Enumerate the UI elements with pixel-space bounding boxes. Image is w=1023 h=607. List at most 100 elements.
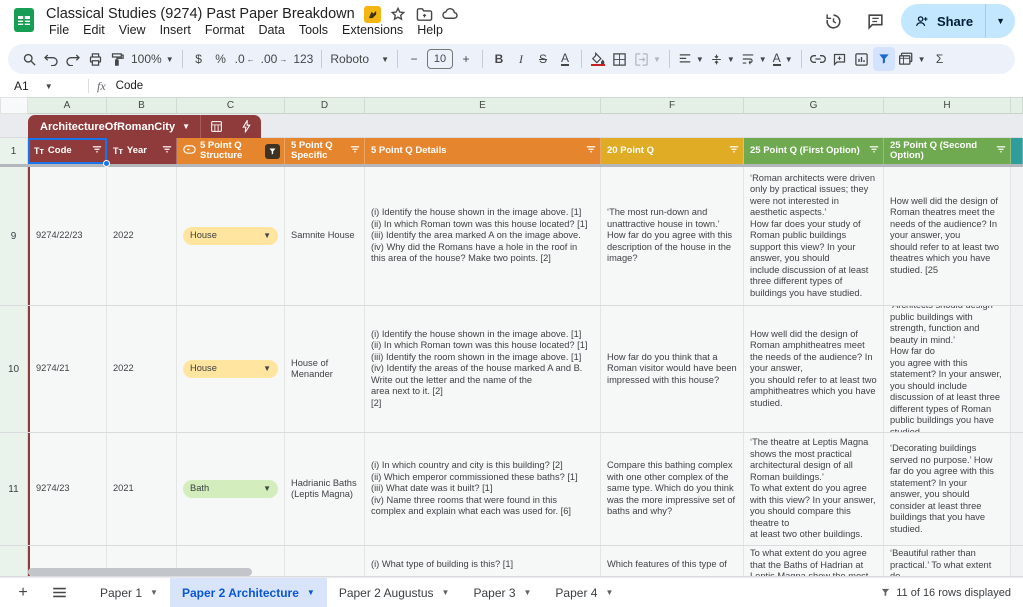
cell-20pointq[interactable]: Which features of this type of xyxy=(601,546,744,576)
menu-extensions[interactable]: Extensions xyxy=(335,22,410,38)
formula-input[interactable]: Code xyxy=(116,80,144,92)
tab-paper-2-augustus[interactable]: Paper 2 Augustus▼ xyxy=(327,578,462,607)
share-button[interactable]: Share ▼ xyxy=(901,4,1015,38)
cell-details[interactable]: (i) Identify the house shown in the imag… xyxy=(365,167,601,305)
tab-caret-icon[interactable]: ▼ xyxy=(150,588,158,597)
cell-specific[interactable]: House of Menander xyxy=(285,306,365,432)
bold-button[interactable]: B xyxy=(488,47,510,71)
header-cell-25second[interactable]: 25 Point Q (Second Option) xyxy=(884,138,1011,164)
filter-icon-details[interactable] xyxy=(586,145,596,157)
cell-next-column[interactable] xyxy=(1011,167,1023,305)
header-cell-year[interactable]: Tт Year xyxy=(107,138,177,164)
format-percent-button[interactable]: % xyxy=(210,47,232,71)
print-button[interactable] xyxy=(84,47,106,71)
filter-icon-year[interactable] xyxy=(162,145,172,157)
cell-25first[interactable]: To what extent do you agree that the Bat… xyxy=(744,546,884,576)
dropdown-chip[interactable]: Bath▼ xyxy=(183,480,278,498)
table-quick-action-icon[interactable] xyxy=(232,115,261,138)
menu-format[interactable]: Format xyxy=(198,22,252,38)
cell-25first[interactable]: How well did the design of Roman amphith… xyxy=(744,306,884,432)
cell-specific[interactable]: Samnite House xyxy=(285,167,365,305)
cell-details[interactable]: (i) Identify the house shown in the imag… xyxy=(365,306,601,432)
name-box[interactable]: A1 ▼ xyxy=(0,79,80,93)
cloud-saved-icon[interactable] xyxy=(442,6,459,23)
row-number[interactable]: 11 xyxy=(0,433,28,545)
version-history-icon[interactable] xyxy=(817,4,851,38)
decrease-decimal-button[interactable]: .0← xyxy=(232,47,258,71)
cell-year[interactable]: 2022 xyxy=(107,306,177,432)
filter-icon-specific[interactable] xyxy=(350,145,360,157)
row-number[interactable]: 10 xyxy=(0,306,28,432)
header-cell-code[interactable]: Tт Code xyxy=(28,138,107,164)
menu-data[interactable]: Data xyxy=(251,22,291,38)
row-number[interactable] xyxy=(0,546,28,576)
column-header-h[interactable]: H xyxy=(884,97,1011,114)
column-header-i[interactable] xyxy=(1011,97,1023,114)
filter-icon-20pointq[interactable] xyxy=(729,145,739,157)
cell-20pointq[interactable]: Compare this bathing complex with one ot… xyxy=(601,433,744,545)
table-name-chip[interactable]: ArchitectureOfRomanCity ▼ xyxy=(28,115,261,138)
cell-year[interactable]: 2022 xyxy=(107,167,177,305)
column-header-g[interactable]: G xyxy=(744,97,884,114)
add-sheet-icon[interactable]: + xyxy=(10,580,36,606)
merge-cells-button[interactable]: ▼ xyxy=(631,47,664,71)
name-box-caret[interactable]: ▼ xyxy=(45,82,53,91)
cell-details[interactable]: (i) In which country and city is this bu… xyxy=(365,433,601,545)
menu-tools[interactable]: Tools xyxy=(292,22,335,38)
filter-views-button[interactable]: ▼ xyxy=(895,47,929,71)
cell-structure[interactable]: House▼ xyxy=(177,167,285,305)
menu-file[interactable]: File xyxy=(42,22,76,38)
fill-color-button[interactable] xyxy=(587,47,609,71)
tab-paper-2-architecture[interactable]: Paper 2 Architecture▼ xyxy=(170,578,327,607)
cell-structure[interactable]: House▼ xyxy=(177,306,285,432)
filter-icon-25second[interactable] xyxy=(996,145,1006,157)
header-cell-20pointq[interactable]: 20 Point Q xyxy=(601,138,744,164)
italic-button[interactable]: I xyxy=(510,47,532,71)
decrease-font-size-button[interactable]: − xyxy=(403,47,425,71)
header-cell-specific[interactable]: 5 Point Q Specific xyxy=(285,138,365,164)
move-to-folder-icon[interactable] xyxy=(416,6,433,23)
number-format-button[interactable]: 123 xyxy=(290,47,316,71)
header-cell-details[interactable]: 5 Point Q Details xyxy=(365,138,601,164)
all-sheets-icon[interactable] xyxy=(46,580,72,606)
cell-20pointq[interactable]: How far do you think that a Roman visito… xyxy=(601,306,744,432)
star-icon[interactable] xyxy=(390,6,407,23)
share-dropdown-caret[interactable]: ▼ xyxy=(986,4,1015,38)
menu-help[interactable]: Help xyxy=(410,22,450,38)
column-header-c[interactable]: C xyxy=(177,97,285,114)
header-cell-structure[interactable]: 5 Point Q Structure xyxy=(177,138,285,164)
filter-icon-code[interactable] xyxy=(92,145,102,157)
cell-next-column[interactable] xyxy=(1011,433,1023,545)
table-grid-icon[interactable] xyxy=(200,115,232,138)
cell-25first[interactable]: ‘Roman architects were driven only by pr… xyxy=(744,167,884,305)
cell-next-column[interactable] xyxy=(1011,546,1023,576)
column-header-f[interactable]: F xyxy=(601,97,744,114)
select-all-corner[interactable] xyxy=(0,97,28,114)
menu-insert[interactable]: Insert xyxy=(153,22,198,38)
cell-code[interactable]: 9274/23 xyxy=(28,433,107,545)
table-name-caret[interactable]: ▼ xyxy=(182,122,190,131)
zoom-select[interactable]: 100%▼ xyxy=(128,47,177,71)
text-color-button[interactable]: A xyxy=(554,47,576,71)
cell-20pointq[interactable]: ‘The most run-down and unattractive hous… xyxy=(601,167,744,305)
cell-25first[interactable]: ‘The theatre at Leptis Magna shows the m… xyxy=(744,433,884,545)
header-cell-25first[interactable]: 25 Point Q (First Option) xyxy=(744,138,884,164)
cell-year[interactable]: 2021 xyxy=(107,433,177,545)
cell-structure[interactable]: Bath▼ xyxy=(177,433,285,545)
menu-view[interactable]: View xyxy=(112,22,153,38)
cell-code[interactable]: 9274/21 xyxy=(28,306,107,432)
horizontal-scrollbar[interactable] xyxy=(28,568,252,576)
tab-paper-3[interactable]: Paper 3▼ xyxy=(461,578,543,607)
paint-format-button[interactable] xyxy=(106,47,128,71)
column-header-d[interactable]: D xyxy=(285,97,365,114)
document-title[interactable]: Classical Studies (9274) Past Paper Brea… xyxy=(46,6,355,22)
create-filter-button[interactable] xyxy=(873,47,895,71)
strikethrough-button[interactable]: S xyxy=(532,47,554,71)
functions-button[interactable]: Σ xyxy=(929,47,951,71)
comment-history-icon[interactable] xyxy=(859,4,893,38)
increase-decimal-button[interactable]: .00→ xyxy=(258,47,291,71)
dropdown-chip[interactable]: House▼ xyxy=(183,227,278,245)
menu-edit[interactable]: Edit xyxy=(76,22,112,38)
font-select[interactable]: Roboto▼ xyxy=(327,47,392,71)
text-wrap-button[interactable]: ▼ xyxy=(738,47,770,71)
